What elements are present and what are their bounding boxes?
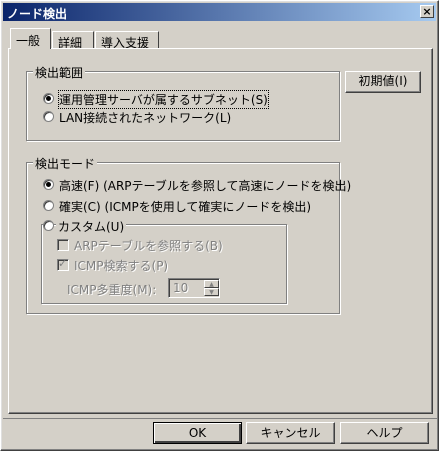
reset-defaults-label: 初期値(I)	[358, 74, 408, 88]
arp-table-checkbox[interactable]	[57, 239, 69, 251]
spin-up-icon[interactable]: ▲	[204, 280, 219, 288]
close-button[interactable]: ×	[420, 5, 434, 18]
icmp-multiplicity-value: 10	[173, 281, 189, 295]
icmp-multiplicity-label: ICMP多重度(M):	[67, 283, 157, 297]
dialog-window: ノード検出 × 一般 詳細 導入支援 検出範囲 運用管理サーバが属するサブネット…	[0, 0, 439, 451]
custom-mode-label[interactable]: カスタム(U)	[56, 218, 127, 235]
fast-mode-radio[interactable]	[43, 179, 54, 190]
lan-radio[interactable]	[43, 111, 54, 122]
cancel-label: キャンセル	[260, 426, 321, 440]
subnet-radio-label[interactable]: 運用管理サーバが属するサブネット(S)	[58, 90, 269, 109]
ok-button[interactable]: OK	[153, 422, 242, 444]
arp-table-label: ARPテーブルを参照する(B)	[74, 239, 223, 253]
lan-radio-label[interactable]: LAN接続されたネットワーク(L)	[59, 109, 231, 126]
tab-deployment-support[interactable]: 導入支援	[95, 31, 159, 50]
icmp-search-checkbox[interactable]	[57, 257, 69, 271]
fast-mode-label[interactable]: 高速(F) (ARPテーブルを参照して高速にノードを検出)	[59, 177, 351, 194]
help-button[interactable]: ヘルプ	[340, 422, 429, 444]
tab-details[interactable]: 詳細	[52, 31, 94, 50]
subnet-radio[interactable]	[43, 93, 54, 104]
icmp-multiplicity-field[interactable]: 10 ▲ ▼	[168, 278, 220, 298]
tab-label: 一般	[16, 34, 41, 48]
help-label: ヘルプ	[366, 426, 403, 440]
window-title: ノード検出	[7, 7, 68, 21]
detection-range-label: 検出範囲	[33, 64, 86, 81]
spin-down-icon[interactable]: ▼	[204, 288, 219, 296]
detection-mode-label: 検出モード	[33, 155, 98, 172]
tab-general[interactable]: 一般	[10, 28, 51, 49]
title-bar[interactable]: ノード検出 ×	[3, 3, 436, 21]
cancel-button[interactable]: キャンセル	[246, 422, 335, 444]
icmp-search-label: ICMP検索する(P)	[74, 259, 169, 273]
reset-defaults-button[interactable]: 初期値(I)	[345, 71, 421, 93]
ok-label: OK	[188, 426, 207, 440]
button-bar-divider	[3, 418, 438, 419]
reliable-mode-radio[interactable]	[43, 200, 54, 211]
custom-mode-radio[interactable]	[43, 220, 54, 231]
reliable-mode-label[interactable]: 確実(C) (ICMPを使用して確実にノードを検出)	[59, 198, 311, 215]
